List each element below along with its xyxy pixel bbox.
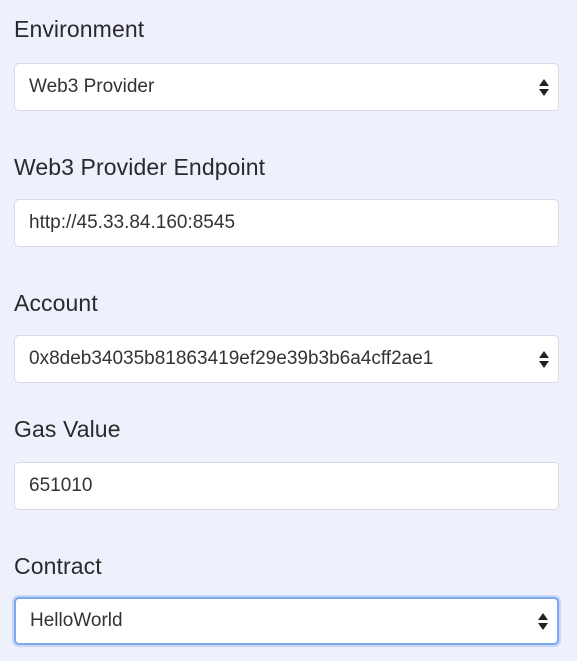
account-label: Account <box>14 290 98 316</box>
environment-selected-value: Web3 Provider <box>29 76 155 97</box>
gas-value-label: Gas Value <box>14 416 121 442</box>
gas-value-input-value: 651010 <box>29 475 93 496</box>
deploy-settings-panel: Environment Web3 Provider Web3 Provider … <box>0 0 577 661</box>
select-updown-icon <box>538 76 550 98</box>
account-select[interactable]: 0x8deb34035b81863419ef29e39b3b6a4cff2ae1 <box>14 335 559 383</box>
endpoint-input[interactable]: http://45.33.84.160:8545 <box>14 199 559 247</box>
environment-select[interactable]: Web3 Provider <box>14 63 559 111</box>
contract-label: Contract <box>14 553 102 579</box>
account-selected-value: 0x8deb34035b81863419ef29e39b3b6a4cff2ae1 <box>29 348 434 369</box>
select-updown-icon <box>538 348 550 370</box>
contract-selected-value: HelloWorld <box>30 610 123 631</box>
select-updown-icon <box>537 610 549 632</box>
contract-select[interactable]: HelloWorld <box>14 597 559 645</box>
environment-label: Environment <box>14 16 145 42</box>
endpoint-label: Web3 Provider Endpoint <box>14 154 266 180</box>
endpoint-input-value: http://45.33.84.160:8545 <box>29 212 236 233</box>
gas-value-input[interactable]: 651010 <box>14 462 559 510</box>
